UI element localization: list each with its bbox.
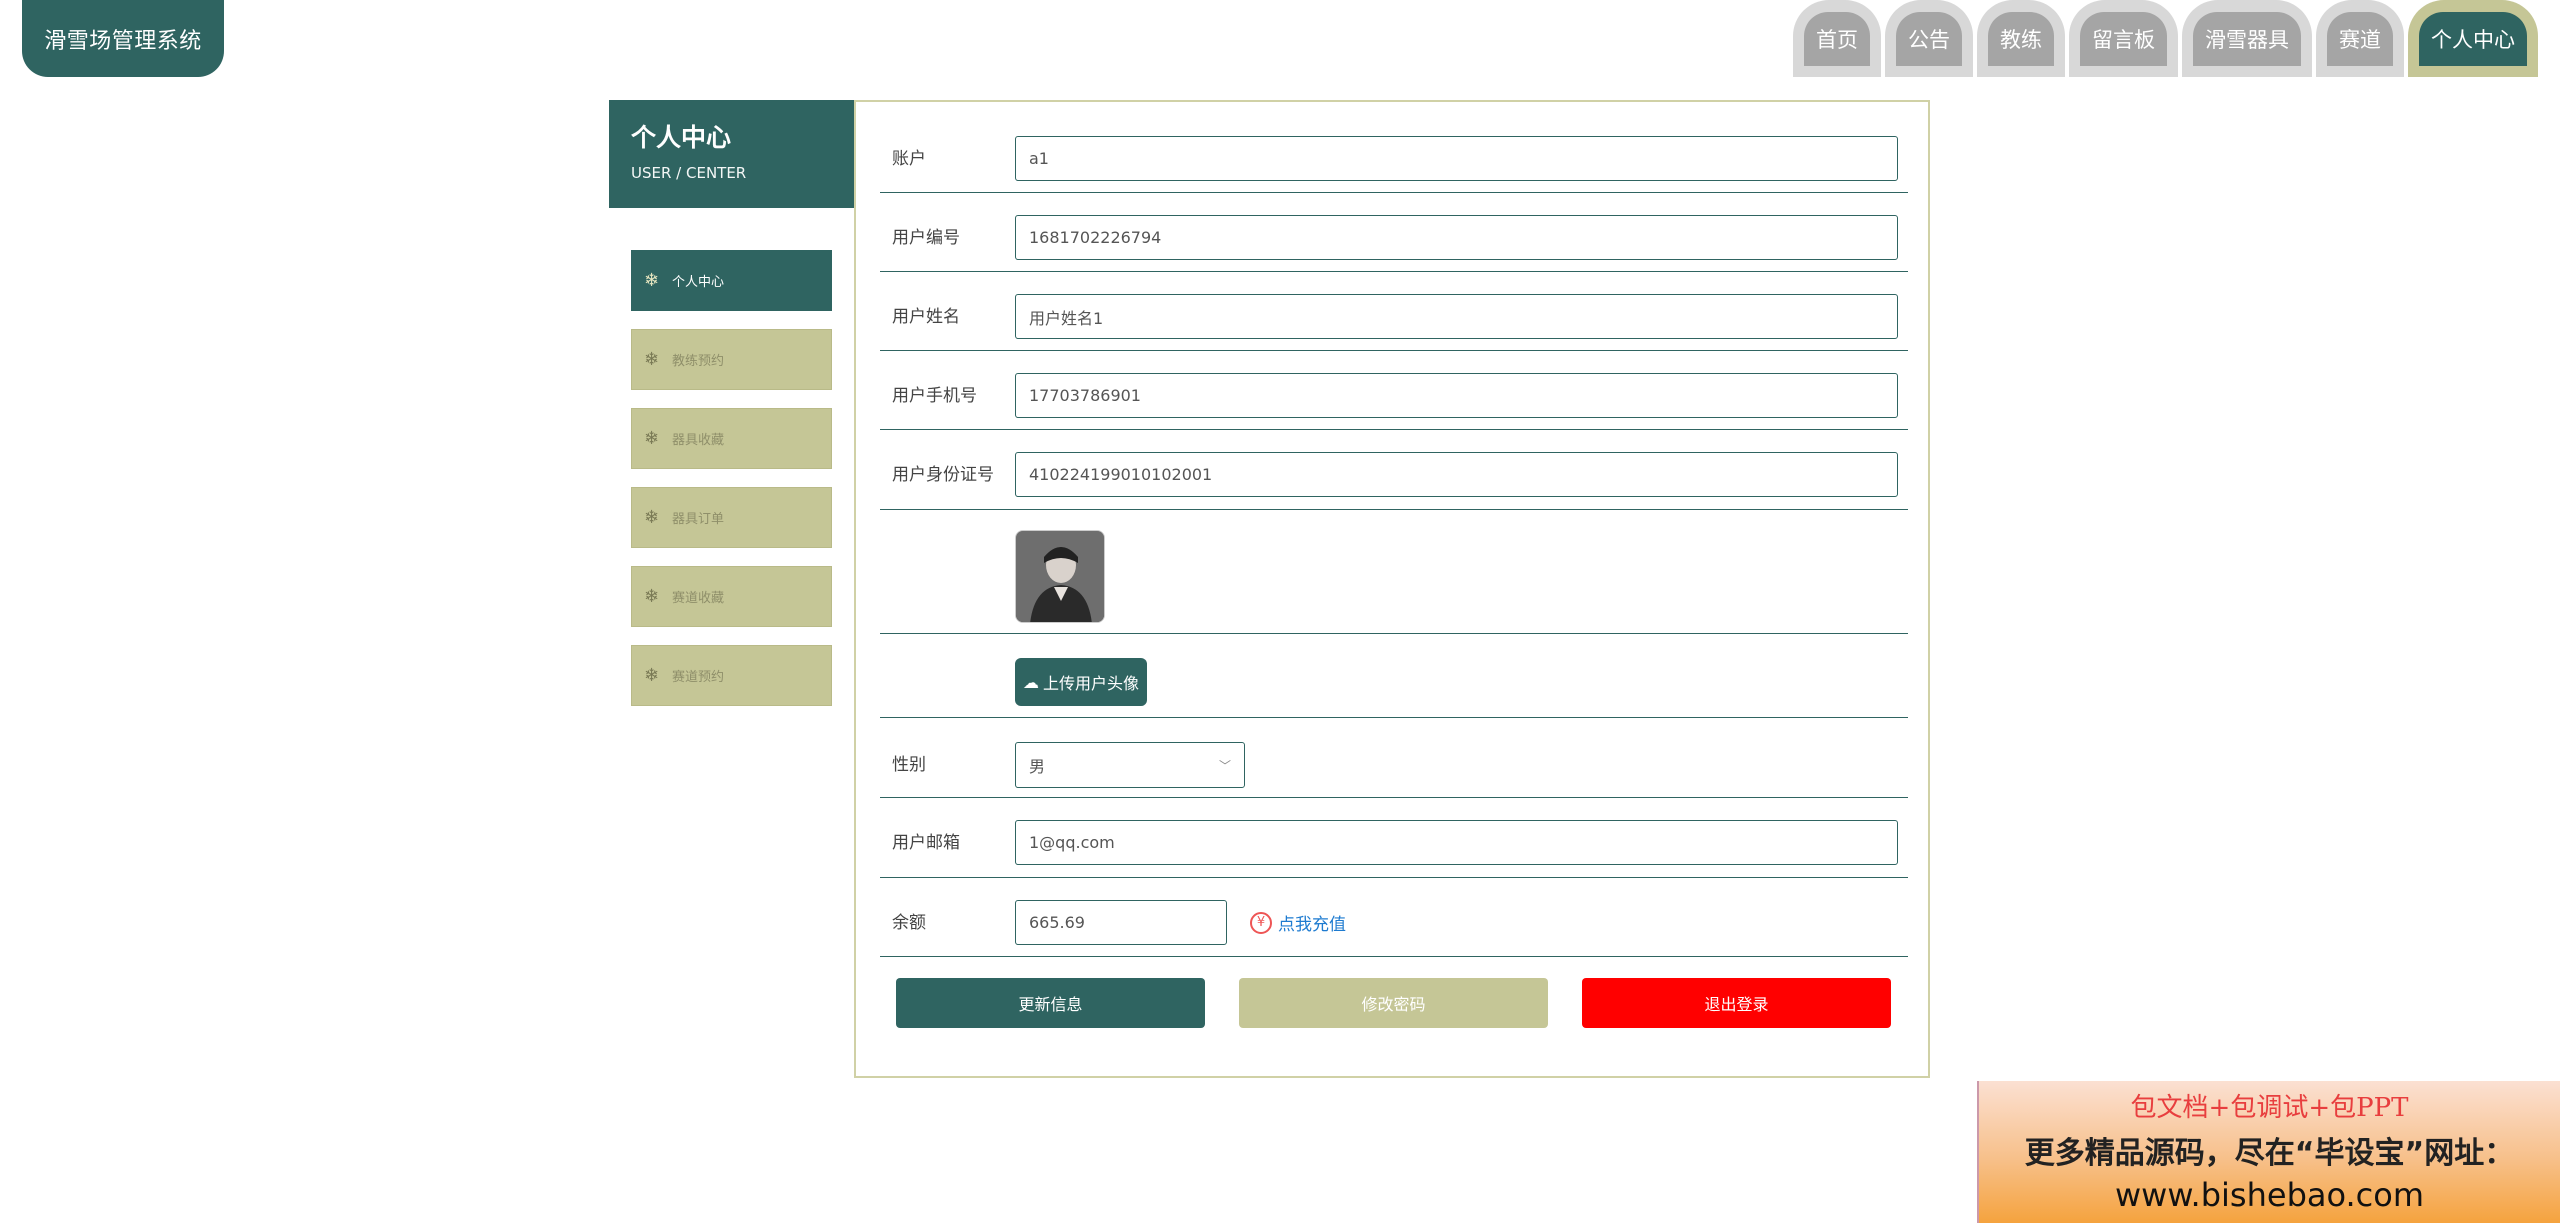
snowflake-icon: ❄ [644, 586, 660, 607]
avatar [1015, 530, 1105, 623]
row-upload: ☁ 上传用户头像 [880, 634, 1908, 718]
person-silhouette-icon [1016, 531, 1104, 622]
change-password-button[interactable]: 修改密码 [1239, 978, 1548, 1028]
row-account: 账户 a1 [880, 102, 1908, 193]
row-user-no: 用户编号 1681702226794 [880, 193, 1908, 272]
sidebar-item-personal-center[interactable]: ❄ 个人中心 [631, 250, 832, 311]
row-user-name: 用户姓名 用户姓名1 [880, 272, 1908, 351]
snowflake-icon: ❄ [644, 428, 660, 449]
profile-form: 账户 a1 用户编号 1681702226794 用户姓名 用户姓名1 用户手机… [854, 100, 1930, 1078]
yen-coin-icon: ¥ [1250, 911, 1272, 934]
id-card-input[interactable]: 410224199010102001 [1015, 452, 1898, 497]
phone-label: 用户手机号 [892, 386, 977, 406]
nav-item-message-board[interactable]: 留言板 [2069, 0, 2178, 77]
sidebar-item-coach-booking[interactable]: ❄ 教练预约 [631, 329, 832, 390]
sidebar-item-label: 器具订单 [672, 512, 725, 527]
sidebar-subtitle: USER / CENTER [631, 164, 747, 182]
gender-label: 性别 [892, 755, 926, 775]
top-nav: 首页 公告 教练 留言板 滑雪器具 赛道 个人中心 [1793, 0, 2538, 77]
email-label: 用户邮箱 [892, 833, 960, 853]
user-name-input[interactable]: 用户姓名1 [1015, 294, 1898, 339]
snowflake-icon: ❄ [644, 349, 660, 370]
nav-item-coach[interactable]: 教练 [1977, 0, 2065, 77]
brand-title: 滑雪场管理系统 [44, 28, 202, 54]
snowflake-icon: ❄ [644, 270, 660, 291]
row-avatar [880, 510, 1908, 634]
cloud-upload-icon: ☁ [1022, 672, 1039, 692]
balance-label: 余额 [892, 913, 926, 933]
sidebar-item-equipment-favorites[interactable]: ❄ 器具收藏 [631, 408, 832, 469]
sidebar-header: 个人中心 USER / CENTER [609, 100, 854, 208]
snowflake-icon: ❄ [644, 665, 660, 686]
user-no-label: 用户编号 [892, 228, 960, 248]
sidebar-item-track-favorites[interactable]: ❄ 赛道收藏 [631, 566, 832, 627]
gender-select[interactable]: 男 ﹀ [1015, 742, 1245, 788]
sidebar-item-equipment-orders[interactable]: ❄ 器具订单 [631, 487, 832, 548]
email-input[interactable]: 1@qq.com [1015, 820, 1898, 865]
user-no-input[interactable]: 1681702226794 [1015, 215, 1898, 260]
sidebar-item-track-booking[interactable]: ❄ 赛道预约 [631, 645, 832, 706]
sidebar-item-label: 教练预约 [672, 354, 725, 369]
sidebar-title: 个人中心 [631, 123, 732, 152]
row-email: 用户邮箱 1@qq.com [880, 798, 1908, 878]
phone-input[interactable]: 17703786901 [1015, 373, 1898, 418]
nav-item-personal-center[interactable]: 个人中心 [2408, 0, 2538, 77]
account-input[interactable]: a1 [1015, 136, 1898, 181]
nav-item-ski-equipment[interactable]: 滑雪器具 [2182, 0, 2312, 77]
row-phone: 用户手机号 17703786901 [880, 351, 1908, 430]
ad-banner[interactable]: 包文档+包调试+包PPT 更多精品源码，尽在“毕设宝”网址： www.bishe… [1977, 1081, 2560, 1223]
nav-item-notice[interactable]: 公告 [1885, 0, 1973, 77]
sidebar-item-label: 赛道收藏 [672, 591, 725, 606]
update-info-button[interactable]: 更新信息 [896, 978, 1205, 1028]
snowflake-icon: ❄ [644, 507, 660, 528]
logout-button[interactable]: 退出登录 [1582, 978, 1891, 1028]
sidebar-item-label: 器具收藏 [672, 433, 725, 448]
recharge-link[interactable]: ¥ 点我充值 [1250, 910, 1346, 935]
ad-line-3: www.bishebao.com [2114, 1176, 2425, 1214]
sidebar-item-label: 个人中心 [672, 275, 725, 290]
row-balance: 余额 665.69 ¥ 点我充值 [880, 878, 1908, 957]
sidebar-menu: ❄ 个人中心 ❄ 教练预约 ❄ 器具收藏 ❄ 器具订单 ❄ 赛道收藏 ❄ 赛道预… [631, 250, 832, 724]
user-name-label: 用户姓名 [892, 307, 960, 327]
nav-item-track[interactable]: 赛道 [2316, 0, 2404, 77]
chevron-down-icon: ﹀ [1218, 758, 1231, 773]
brand-logo: 滑雪场管理系统 [22, 0, 224, 77]
sidebar-item-label: 赛道预约 [672, 670, 725, 685]
balance-input[interactable]: 665.69 [1015, 900, 1227, 945]
upload-avatar-button[interactable]: ☁ 上传用户头像 [1015, 658, 1147, 706]
ad-line-2: 更多精品源码，尽在“毕设宝”网址： [2024, 1136, 2515, 1171]
account-label: 账户 [892, 149, 926, 169]
row-gender: 性别 男 ﹀ [880, 718, 1908, 798]
id-card-label: 用户身份证号 [892, 465, 994, 485]
row-id-card: 用户身份证号 410224199010102001 [880, 430, 1908, 510]
nav-item-home[interactable]: 首页 [1793, 0, 1881, 77]
ad-line-1: 包文档+包调试+包PPT [2130, 1093, 2409, 1123]
